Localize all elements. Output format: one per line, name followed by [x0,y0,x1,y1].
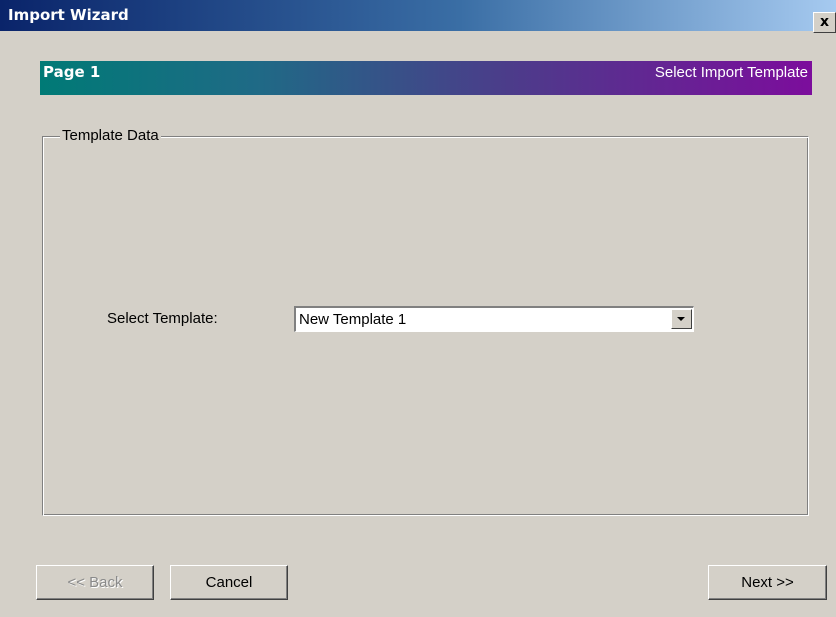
template-select-value: New Template 1 [299,311,407,328]
select-template-label: Select Template: [107,310,218,327]
dropdown-button[interactable] [671,309,692,329]
template-select[interactable]: New Template 1 [294,306,694,332]
back-button[interactable]: << Back [36,565,154,600]
close-button[interactable]: x [813,12,836,33]
next-button[interactable]: Next >> [708,565,827,600]
title-bar[interactable]: Import Wizard [0,0,836,31]
page-subtitle: Select Import Template [654,64,808,81]
group-label: Template Data [60,126,161,146]
close-icon: x [819,14,830,30]
cancel-button[interactable]: Cancel [170,565,288,600]
page-number: Page 1 [43,63,101,81]
chevron-down-icon [677,317,685,321]
page-header: Page 1 Select Import Template [40,61,812,95]
window-title: Import Wizard [8,6,129,24]
import-wizard-window: Import Wizard x Page 1 Select Import Tem… [0,0,836,617]
